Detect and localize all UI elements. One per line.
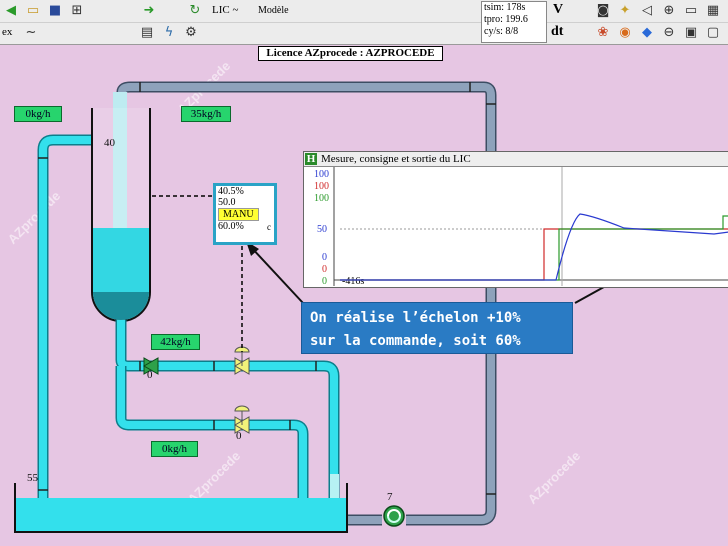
sump-level-value: 55 (27, 472, 38, 484)
tank-level-value: 40 (104, 137, 115, 149)
callout-line-1: On réalise l’échelon +10% (310, 310, 521, 326)
setpoint-line (340, 228, 728, 281)
bypass-valve[interactable] (233, 405, 251, 434)
trend-window[interactable]: H Mesure, consigne et sortie du LIC 100 1… (303, 151, 728, 288)
lic-mode-badge[interactable]: MANU (218, 208, 259, 221)
callout-box: On réalise l’échelon +10% sur la command… (301, 302, 573, 354)
lic-flag: c (267, 222, 271, 232)
flow-indicator-top-left: 0kg/h (14, 106, 62, 122)
lic-faceplate[interactable]: 40.5% 50.0 MANU 60.0% c (213, 183, 277, 245)
trend-plot (333, 167, 728, 286)
pump-speed-value: 7 (387, 491, 393, 503)
lic-pv: 40.5% (218, 186, 244, 197)
measurement-curve (340, 213, 728, 281)
licence-banner: Licence AZprocede : AZPROCEDE (258, 46, 443, 61)
valve2-opening: 0 (236, 430, 242, 442)
lic-output: 60.0% (218, 221, 244, 232)
outflow-stream (330, 474, 339, 498)
flow-indicator-top-right: 35kg/h (181, 106, 231, 122)
pump-icon[interactable] (383, 505, 405, 527)
lic-sp: 50.0 (218, 197, 236, 208)
output-line (340, 215, 728, 281)
flow-indicator-mid: 42kg/h (151, 334, 200, 350)
tank (91, 108, 151, 322)
left-feed-pipe (37, 134, 92, 510)
callout-line-2: sur la commande, soit 60% (310, 333, 521, 349)
sump (14, 483, 348, 533)
valve1-opening: 0 (147, 369, 153, 381)
flow-indicator-bottom: 0kg/h (151, 441, 198, 457)
